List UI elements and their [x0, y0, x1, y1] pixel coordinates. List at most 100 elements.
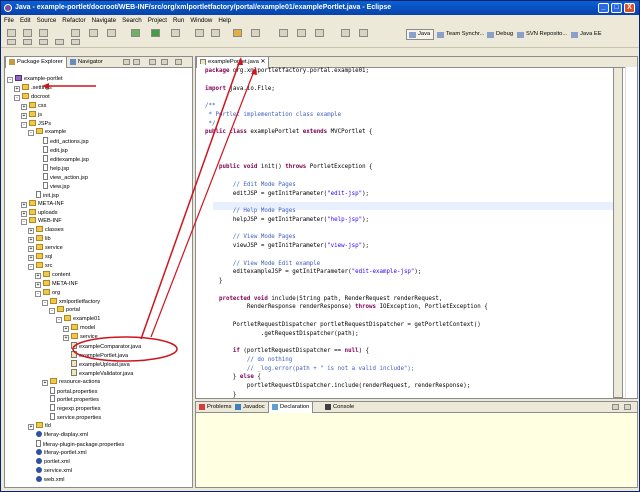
expand-icon[interactable]: +	[28, 246, 34, 253]
collapse-icon[interactable]: -	[28, 263, 34, 270]
tab-package-explorer[interactable]: Package Explorer	[5, 57, 67, 68]
maximize-view-icon[interactable]	[624, 404, 631, 410]
tree-item[interactable]: + uploads	[21, 208, 58, 217]
expand-icon[interactable]: +	[28, 237, 34, 244]
expand-icon[interactable]: +	[42, 379, 48, 386]
overview-ruler[interactable]	[625, 67, 637, 398]
tree-item[interactable]: - xmlportletfactory	[42, 297, 100, 306]
copy-icon[interactable]	[55, 39, 64, 45]
run-icon[interactable]	[151, 29, 160, 37]
close-tab-icon[interactable]: ✕	[261, 59, 266, 65]
collapse-icon[interactable]: -	[49, 308, 55, 315]
collapse-all-icon[interactable]	[149, 59, 156, 65]
tree-item[interactable]: - portal	[49, 306, 80, 315]
tree-item[interactable]: - docroot	[14, 92, 50, 101]
external-tools-icon[interactable]	[171, 29, 180, 37]
tree-item[interactable]: - example	[28, 128, 66, 137]
tree-item[interactable]: + tld	[28, 422, 51, 431]
expand-icon[interactable]: +	[35, 281, 41, 288]
tree-item[interactable]: init.jsp	[28, 190, 59, 199]
expand-icon[interactable]: +	[21, 210, 27, 217]
tree-item[interactable]: exampleValidator.java	[63, 368, 133, 377]
tree-item[interactable]: help.jsp	[35, 164, 69, 172]
minimize-view-icon[interactable]	[612, 404, 619, 410]
code-area[interactable]: package org.xmlportletfactory.portal.exa…	[205, 67, 613, 398]
debug-run-icon[interactable]	[131, 29, 140, 37]
tree-item[interactable]: - src	[28, 261, 52, 270]
tree-item[interactable]: exampleUpload.java	[63, 359, 130, 368]
tree-item[interactable]: portal.properties	[42, 386, 97, 395]
tree-item[interactable]: service.xml	[28, 466, 72, 475]
expand-icon[interactable]: +	[21, 112, 27, 119]
menu-navigate[interactable]: Navigate	[89, 15, 119, 24]
save-icon[interactable]	[23, 29, 32, 37]
view-menu-icon[interactable]	[175, 59, 182, 65]
collapse-icon[interactable]: -	[56, 317, 62, 324]
open-folder-icon[interactable]	[233, 29, 242, 37]
search-icon[interactable]	[211, 29, 220, 37]
tab-declaration[interactable]: Declaration	[268, 402, 314, 413]
tree-item[interactable]: edit_actions.jsp	[35, 137, 89, 145]
tree-item[interactable]: view.jsp	[35, 181, 70, 190]
tree-item[interactable]: + sql	[28, 253, 52, 261]
tree-item[interactable]: - example01	[56, 315, 100, 324]
expand-icon[interactable]: +	[14, 85, 20, 92]
tree-item[interactable]: web.xml	[28, 475, 65, 484]
new-class-icon[interactable]	[107, 29, 116, 37]
next-annotation-icon[interactable]	[297, 29, 306, 37]
editor-vertical-scrollbar[interactable]	[613, 67, 623, 398]
new-package-icon[interactable]	[89, 29, 98, 37]
tree-item[interactable]: liferay-portlet.xml	[28, 448, 87, 457]
tree-item[interactable]: + .settings	[14, 83, 52, 92]
tree-item[interactable]: - JSPs	[21, 119, 51, 128]
perspective-svn[interactable]: SVN Reposito...	[514, 29, 571, 40]
link-editor-icon[interactable]	[161, 59, 168, 65]
tree-item[interactable]: examplePortlet.java	[63, 350, 128, 359]
collapse-icon[interactable]: -	[21, 121, 27, 128]
menu-source[interactable]: Source	[34, 15, 60, 24]
perspective-debug[interactable]: Debug	[484, 29, 517, 40]
tree-item[interactable]: liferay-plugin-package.properties	[28, 439, 124, 448]
tree-item[interactable]: exampleComparator.java	[63, 342, 141, 350]
perspective-team-sync[interactable]: Team Synchr...	[434, 29, 488, 40]
tree-item[interactable]: + css	[21, 101, 46, 110]
tree-item[interactable]: - example-portlet	[7, 75, 63, 83]
tab-javadoc[interactable]: Javadoc	[232, 402, 268, 413]
tree-item[interactable]: edit.jsp	[35, 146, 68, 154]
menu-window[interactable]: Window	[187, 15, 215, 24]
collapse-icon[interactable]: -	[21, 219, 27, 226]
tree-item[interactable]: + model	[63, 324, 95, 333]
undo-icon[interactable]	[7, 39, 16, 45]
new-java-project-icon[interactable]	[71, 29, 80, 37]
title-bar[interactable]: Java - example-portlet/docroot/WEB-INF/s…	[1, 1, 639, 15]
tree-item[interactable]: liferay-display.xml	[28, 431, 88, 439]
collapse-icon[interactable]: -	[28, 130, 34, 137]
tree-item[interactable]: portlet.xml	[28, 457, 70, 466]
tab-console[interactable]: Console	[322, 402, 357, 413]
tree-item[interactable]: + META-INF	[35, 279, 78, 288]
menu-help[interactable]: Help	[215, 15, 234, 24]
print-icon[interactable]	[39, 29, 48, 37]
forward-icon[interactable]	[359, 29, 368, 37]
open-type-icon[interactable]	[195, 29, 204, 37]
paste-icon[interactable]	[71, 39, 80, 45]
menu-file[interactable]: File	[1, 15, 17, 24]
tab-navigator[interactable]: Navigator	[67, 57, 106, 68]
tree-item[interactable]: + service	[63, 333, 98, 342]
minimize-button[interactable]: _	[598, 3, 609, 13]
tree-item[interactable]: + js	[21, 110, 42, 119]
tree-item[interactable]: editexample.jsp	[35, 155, 89, 163]
tree-item[interactable]: + classes	[28, 226, 64, 235]
tree-item[interactable]: service.properties	[42, 413, 101, 421]
maximize-button[interactable]: □	[611, 3, 622, 13]
expand-icon[interactable]: +	[63, 326, 69, 333]
tree-item[interactable]: + META-INF	[21, 199, 64, 208]
redo-icon[interactable]	[23, 39, 32, 45]
collapse-icon[interactable]: -	[35, 290, 41, 297]
expand-icon[interactable]: +	[63, 335, 69, 342]
expand-icon[interactable]: +	[35, 272, 41, 279]
back-nav-icon[interactable]	[123, 59, 130, 65]
menu-run[interactable]: Run	[170, 15, 187, 24]
expand-icon[interactable]: +	[28, 424, 34, 431]
menu-edit[interactable]: Edit	[17, 15, 34, 24]
